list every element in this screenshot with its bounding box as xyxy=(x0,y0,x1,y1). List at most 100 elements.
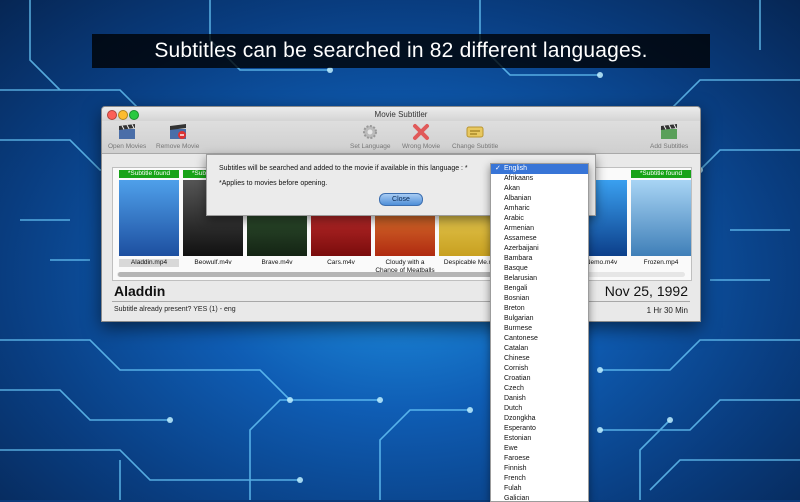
title-bar: Movie Subtitler xyxy=(102,107,700,121)
language-option-label: Esperanto xyxy=(504,425,536,432)
language-option-label: Cantonese xyxy=(504,335,538,342)
language-option-label: Basque xyxy=(504,265,528,272)
language-option[interactable]: Dzongkha xyxy=(491,414,588,424)
language-option[interactable]: Dutch xyxy=(491,404,588,414)
remove-movie-button[interactable]: Remove Movie xyxy=(156,123,199,150)
language-option[interactable]: Bosnian xyxy=(491,294,588,304)
wrong-movie-label: Wrong Movie xyxy=(402,143,441,150)
wrong-movie-button[interactable]: Wrong Movie xyxy=(402,123,440,150)
add-subtitles-label: Add Subtitles xyxy=(650,143,689,150)
language-option-label: Galician xyxy=(504,495,530,502)
change-subtitle-label: Change Subtitle xyxy=(452,143,499,150)
language-option[interactable]: Faroese xyxy=(491,454,588,464)
language-option-label: Dutch xyxy=(504,405,523,412)
language-option-label: Chinese xyxy=(504,355,530,362)
subtitle-icon xyxy=(465,123,485,141)
language-option-label: Croatian xyxy=(504,375,531,382)
language-option[interactable]: Basque xyxy=(491,264,588,274)
language-option[interactable]: Akan xyxy=(491,184,588,194)
set-language-button[interactable]: Set Language xyxy=(350,123,390,150)
selected-movie-title: Aladdin xyxy=(114,283,166,299)
language-option-label: Afrikaans xyxy=(504,175,534,182)
language-option[interactable]: Croatian xyxy=(491,374,588,384)
language-option[interactable]: Armenian xyxy=(491,224,588,234)
checkmark-icon: ✓ xyxy=(495,165,501,172)
film-remove-icon xyxy=(168,123,188,141)
movie-poster xyxy=(631,180,691,256)
language-option[interactable]: Galician xyxy=(491,494,588,502)
language-option[interactable]: Ewe xyxy=(491,444,588,454)
film-clapper-icon xyxy=(117,123,137,141)
language-option[interactable]: Breton xyxy=(491,304,588,314)
film-add-icon xyxy=(659,123,679,141)
language-option-label: Estonian xyxy=(504,435,532,442)
zoom-window-button[interactable] xyxy=(129,110,139,120)
horizontal-scrollbar[interactable] xyxy=(117,272,685,277)
language-option-label: Dzongkha xyxy=(504,415,536,422)
language-option-label: Arabic xyxy=(504,215,524,222)
language-option[interactable]: ✓ English xyxy=(491,164,588,174)
language-option[interactable]: Chinese xyxy=(491,354,588,364)
language-option[interactable]: Esperanto xyxy=(491,424,588,434)
language-option[interactable]: Catalan xyxy=(491,344,588,354)
language-option-label: French xyxy=(504,475,526,482)
close-window-button[interactable] xyxy=(107,110,117,120)
language-option[interactable]: Estonian xyxy=(491,434,588,444)
window-title: Movie Subtitler xyxy=(374,109,428,119)
language-option[interactable]: Burmese xyxy=(491,324,588,334)
language-option[interactable]: Fulah xyxy=(491,484,588,494)
movie-poster xyxy=(119,180,179,256)
movie-filename: Brave.m4v xyxy=(261,259,293,266)
language-option-label: Albanian xyxy=(504,195,532,202)
sheet-message: Subtitles will be searched and added to … xyxy=(219,165,468,172)
open-movies-button[interactable]: Open Movies xyxy=(108,123,146,150)
language-option[interactable]: Bambara xyxy=(491,254,588,264)
language-option[interactable]: Assamese xyxy=(491,234,588,244)
language-option[interactable]: Azerbaijani xyxy=(491,244,588,254)
language-option-label: Breton xyxy=(504,305,525,312)
language-option[interactable]: Albanian xyxy=(491,194,588,204)
language-option[interactable]: French xyxy=(491,474,588,484)
language-dropdown[interactable]: ✓ English Afrikaans Akan Albanian Amharic Arab… xyxy=(490,163,589,502)
minimize-window-button[interactable] xyxy=(118,110,128,120)
language-option[interactable]: Danish xyxy=(491,394,588,404)
open-movies-label: Open Movies xyxy=(108,143,147,150)
language-option[interactable]: Cornish xyxy=(491,364,588,374)
sheet-note: *Applies to movies before opening. xyxy=(219,180,328,187)
language-option[interactable]: Afrikaans xyxy=(491,174,588,184)
language-option[interactable]: Arabic xyxy=(491,214,588,224)
subtitle-found-badge: *Subtitle found xyxy=(631,170,691,178)
close-button[interactable]: Close xyxy=(379,193,423,206)
subtitle-found-badge: *Subtitle found xyxy=(119,170,179,178)
language-option[interactable]: Amharic xyxy=(491,204,588,214)
language-option[interactable]: Finnish xyxy=(491,464,588,474)
language-option-label: Assamese xyxy=(504,235,537,242)
language-option[interactable]: Belarusian xyxy=(491,274,588,284)
add-subtitles-button[interactable]: Add Subtitles xyxy=(650,123,688,150)
language-option-label: Burmese xyxy=(504,325,533,332)
movie-filename: Frozen.mp4 xyxy=(643,259,679,266)
scrollbar-thumb[interactable] xyxy=(118,272,498,277)
promo-banner: Subtitles can be searched in 82 differen… xyxy=(92,34,710,68)
movie-runtime: 1 Hr 30 Min xyxy=(646,306,688,315)
set-language-label: Set Language xyxy=(350,143,391,150)
movie-filename: Cars.m4v xyxy=(327,259,355,266)
movie-item[interactable]: *Subtitle found Frozen.mp4 xyxy=(631,170,691,267)
language-option-label: Danish xyxy=(504,395,526,402)
language-option-label: Finnish xyxy=(504,465,527,472)
toolbar: Open Movies Remove Movie Set Language Wr… xyxy=(102,121,700,154)
selected-movie-date: Nov 25, 1992 xyxy=(604,283,688,299)
language-option-label: Czech xyxy=(504,385,524,392)
language-option-label: Catalan xyxy=(504,345,529,352)
language-option[interactable]: Cantonese xyxy=(491,334,588,344)
language-option-label: Fulah xyxy=(504,485,522,492)
change-subtitle-button[interactable]: Change Subtitle xyxy=(452,123,498,150)
language-option[interactable]: Bengali xyxy=(491,284,588,294)
language-option-label: Azerbaijani xyxy=(504,245,539,252)
language-option-label: Cornish xyxy=(504,365,529,372)
language-option[interactable]: Czech xyxy=(491,384,588,394)
movie-item[interactable]: *Subtitle found Aladdin.mp4 xyxy=(119,170,179,267)
language-option-label: Bengali xyxy=(504,285,528,292)
language-option-label: English xyxy=(504,165,527,172)
language-option[interactable]: Bulgarian xyxy=(491,314,588,324)
